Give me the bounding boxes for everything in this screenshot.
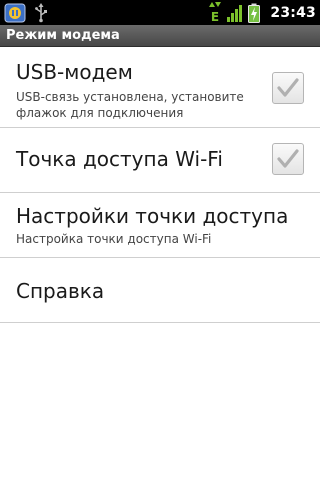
- item-title: USB-модем: [16, 60, 133, 84]
- wifi-hotspot-checkbox[interactable]: [272, 143, 304, 175]
- list-item-wifi-hotspot[interactable]: Точка доступа Wi-Fi: [0, 128, 320, 193]
- list-item-usb-tethering[interactable]: USB-модем USB-связь установлена, установ…: [0, 47, 320, 128]
- system-icons: E 23:43: [208, 0, 316, 25]
- check-mark-icon: [276, 77, 300, 99]
- battery-charging-icon: [248, 3, 261, 23]
- status-bar: E 23:43: [0, 0, 320, 25]
- status-time: 23:43: [270, 4, 316, 21]
- app-notification-icon: [4, 3, 26, 23]
- preference-list: USB-модем USB-связь установлена, установ…: [0, 47, 320, 323]
- item-summary: USB-связь установлена, установите флажок…: [16, 90, 244, 120]
- list-item-hotspot-settings[interactable]: Настройки точки доступа Настройка точки …: [0, 193, 320, 258]
- data-transfer-icon: E: [208, 1, 222, 24]
- usb-icon: [34, 2, 48, 23]
- list-item-help[interactable]: Справка: [0, 258, 320, 323]
- check-mark-icon: [276, 148, 300, 170]
- item-title: Точка доступа Wi-Fi: [16, 147, 223, 171]
- signal-strength-icon: [226, 3, 244, 23]
- network-type-label: E: [211, 10, 219, 24]
- item-title: Настройки точки доступа: [16, 204, 289, 228]
- item-title: Справка: [16, 279, 105, 303]
- notification-icons: [4, 2, 48, 23]
- item-summary: Настройка точки доступа Wi-Fi: [16, 232, 212, 246]
- usb-tethering-checkbox[interactable]: [272, 72, 304, 104]
- page-title: Режим модема: [6, 28, 120, 43]
- title-bar: Режим модема: [0, 25, 320, 47]
